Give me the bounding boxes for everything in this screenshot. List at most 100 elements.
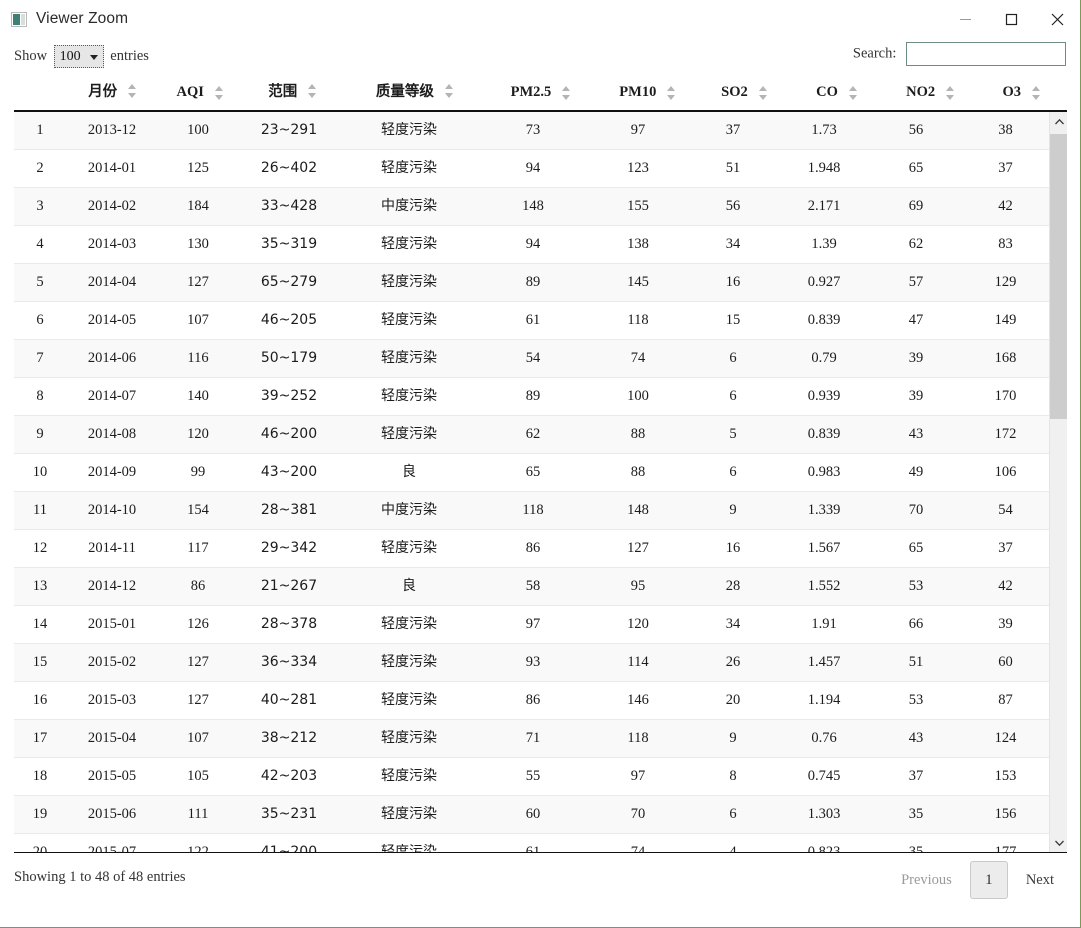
previous-page-button[interactable]: Previous — [889, 866, 964, 895]
table-row[interactable]: 4 2014-03 130 35~319 轻度污染 94 138 34 1.39 62 83 — [14, 225, 1049, 264]
table-row[interactable]: 14 2015-01 126 28~378 轻度污染 97 120 34 1.91 66 39 — [14, 605, 1049, 644]
table-row[interactable]: 13 2014-12 86 21~267 良 58 95 28 1.552 53 42 — [14, 567, 1049, 606]
table-cell-o3: 37 — [962, 529, 1049, 568]
table-cell-no2: 53 — [870, 681, 962, 720]
table-cell-pm25: 62 — [478, 415, 588, 454]
page-length-select[interactable]: 100 — [53, 45, 104, 68]
table-body-table: 1 2013-12 100 23~291 轻度污染 73 97 37 1.73 56 38 2 2014… — [14, 112, 1049, 852]
table-cell-o3: 168 — [962, 339, 1049, 378]
table-cell-grade: 轻度污染 — [340, 112, 478, 150]
page-length-control: Show 100 entries — [14, 45, 149, 68]
table-cell-month: 2014-11 — [66, 529, 158, 568]
table-info: Showing 1 to 48 of 48 entries — [14, 869, 186, 885]
table-cell-no2: 65 — [870, 529, 962, 568]
column-header-co[interactable]: CO — [791, 74, 885, 112]
table-row[interactable]: 8 2014-07 140 39~252 轻度污染 89 100 6 0.939 39 170 — [14, 377, 1049, 416]
table-row[interactable]: 5 2014-04 127 65~279 轻度污染 89 145 16 0.927 57 129 — [14, 263, 1049, 302]
table-cell-so2: 6 — [688, 795, 778, 834]
table-cell-aqi: 125 — [158, 149, 238, 188]
search-input[interactable] — [906, 42, 1066, 66]
column-header-month[interactable]: 月份 — [66, 74, 161, 112]
table-cell-range: 38~212 — [238, 719, 340, 758]
table-cell-co: 0.839 — [778, 301, 870, 340]
table-row[interactable]: 15 2015-02 127 36~334 轻度污染 93 114 26 1.457 51 60 — [14, 643, 1049, 682]
table-row[interactable]: 7 2014-06 116 50~179 轻度污染 54 74 6 0.79 39 168 — [14, 339, 1049, 378]
table-cell-pm25: 86 — [478, 681, 588, 720]
table-cell-pm10: 95 — [588, 567, 688, 606]
table-cell-pm25: 58 — [478, 567, 588, 606]
table-row[interactable]: 18 2015-05 105 42~203 轻度污染 55 97 8 0.745 37 153 — [14, 757, 1049, 796]
column-header-o3[interactable]: O3 — [978, 74, 1067, 112]
table-cell-so2: 28 — [688, 567, 778, 606]
column-header-range[interactable]: 范围 — [241, 74, 346, 112]
column-header-pm10[interactable]: PM10 — [597, 74, 700, 112]
table-cell-month: 2015-03 — [66, 681, 158, 720]
table-row[interactable]: 12 2014-11 117 29~342 轻度污染 86 127 16 1.567 65 37 — [14, 529, 1049, 568]
table-cell-no2: 43 — [870, 719, 962, 758]
column-header-label: PM10 — [619, 84, 657, 100]
table-cell-aqi: 154 — [158, 491, 238, 530]
next-page-button[interactable]: Next — [1014, 866, 1066, 895]
table-cell-pm25: 55 — [478, 757, 588, 796]
pagination: Previous 1 Next — [889, 861, 1066, 899]
table-row[interactable]: 11 2014-10 154 28~381 中度污染 118 148 9 1.339 70 54 — [14, 491, 1049, 530]
table-cell-co: 2.171 — [778, 187, 870, 226]
column-header-label: AQI — [176, 84, 204, 100]
table-cell-o3: 83 — [962, 225, 1049, 264]
table-row[interactable]: 19 2015-06 111 35~231 轻度污染 60 70 6 1.303 35 156 — [14, 795, 1049, 834]
table-cell-month: 2014-06 — [66, 339, 158, 378]
close-button[interactable] — [1034, 0, 1080, 38]
table-row[interactable]: 10 2014-09 99 43~200 良 65 88 6 0.983 49 106 — [14, 453, 1049, 492]
sort-icon — [562, 85, 571, 100]
table-cell-pm25: 65 — [478, 453, 588, 492]
table-cell-co: 0.927 — [778, 263, 870, 302]
table-cell-pm10: 100 — [588, 377, 688, 416]
table-row[interactable]: 1 2013-12 100 23~291 轻度污染 73 97 37 1.73 56 38 — [14, 112, 1049, 150]
column-header-grade[interactable]: 质量等级 — [345, 74, 487, 112]
scroll-down-button[interactable] — [1050, 833, 1067, 852]
table-cell-pm10: 155 — [588, 187, 688, 226]
column-header-pm25[interactable]: PM2.5 — [486, 74, 598, 112]
column-header-aqi[interactable]: AQI — [160, 74, 242, 112]
table-cell-range: 42~203 — [238, 757, 340, 796]
table-cell-grade: 中度污染 — [340, 187, 478, 226]
table-cell-aqi: 122 — [158, 833, 238, 852]
sort-icon — [946, 85, 955, 100]
sort-icon — [214, 85, 224, 100]
column-header-no2[interactable]: NO2 — [884, 74, 979, 112]
vertical-scrollbar[interactable] — [1049, 112, 1067, 852]
table-row[interactable]: 6 2014-05 107 46~205 轻度污染 61 118 15 0.839 47 149 — [14, 301, 1049, 340]
table-cell-month: 2015-05 — [66, 757, 158, 796]
scrollbar-thumb[interactable] — [1050, 134, 1067, 419]
table-cell-range: 35~319 — [238, 225, 340, 264]
table-cell-idx: 8 — [14, 377, 66, 416]
table-cell-aqi: 127 — [158, 643, 238, 682]
scroll-up-button[interactable] — [1050, 112, 1067, 132]
table-row[interactable]: 16 2015-03 127 40~281 轻度污染 86 146 20 1.194 53 87 — [14, 681, 1049, 720]
table-cell-co: 1.91 — [778, 605, 870, 644]
table-row[interactable]: 20 2015-07 122 41~200 轻度污染 61 74 4 0.823 35 177 — [14, 833, 1049, 852]
page-number-button[interactable]: 1 — [969, 861, 1008, 899]
table-row[interactable]: 9 2014-08 120 46~200 轻度污染 62 88 5 0.839 43 172 — [14, 415, 1049, 454]
column-header-label: NO2 — [906, 84, 936, 100]
table-cell-pm10: 123 — [588, 149, 688, 188]
table-row[interactable]: 2 2014-01 125 26~402 轻度污染 94 123 51 1.948 65 37 — [14, 149, 1049, 188]
table-cell-so2: 8 — [688, 757, 778, 796]
table-cell-range: 41~200 — [238, 833, 340, 852]
table-cell-so2: 4 — [688, 833, 778, 852]
table-body-scroll-region[interactable]: 1 2013-12 100 23~291 轻度污染 73 97 37 1.73 56 38 2 2014… — [14, 112, 1067, 853]
maximize-button[interactable] — [988, 0, 1034, 38]
table-cell-so2: 9 — [688, 491, 778, 530]
minimize-button[interactable] — [942, 0, 988, 38]
table-cell-so2: 56 — [688, 187, 778, 226]
table-row[interactable]: 17 2015-04 107 38~212 轻度污染 71 118 9 0.76 43 124 — [14, 719, 1049, 758]
table-cell-no2: 49 — [870, 453, 962, 492]
table-cell-range: 46~205 — [238, 301, 340, 340]
table-cell-pm25: 61 — [478, 833, 588, 852]
table-row[interactable]: 3 2014-02 184 33~428 中度污染 148 155 56 2.171 69 42 — [14, 187, 1049, 226]
table-cell-o3: 170 — [962, 377, 1049, 416]
column-header-so2[interactable]: SO2 — [699, 74, 792, 112]
table-cell-co: 0.839 — [778, 415, 870, 454]
table-cell-aqi: 116 — [158, 339, 238, 378]
table-cell-idx: 6 — [14, 301, 66, 340]
